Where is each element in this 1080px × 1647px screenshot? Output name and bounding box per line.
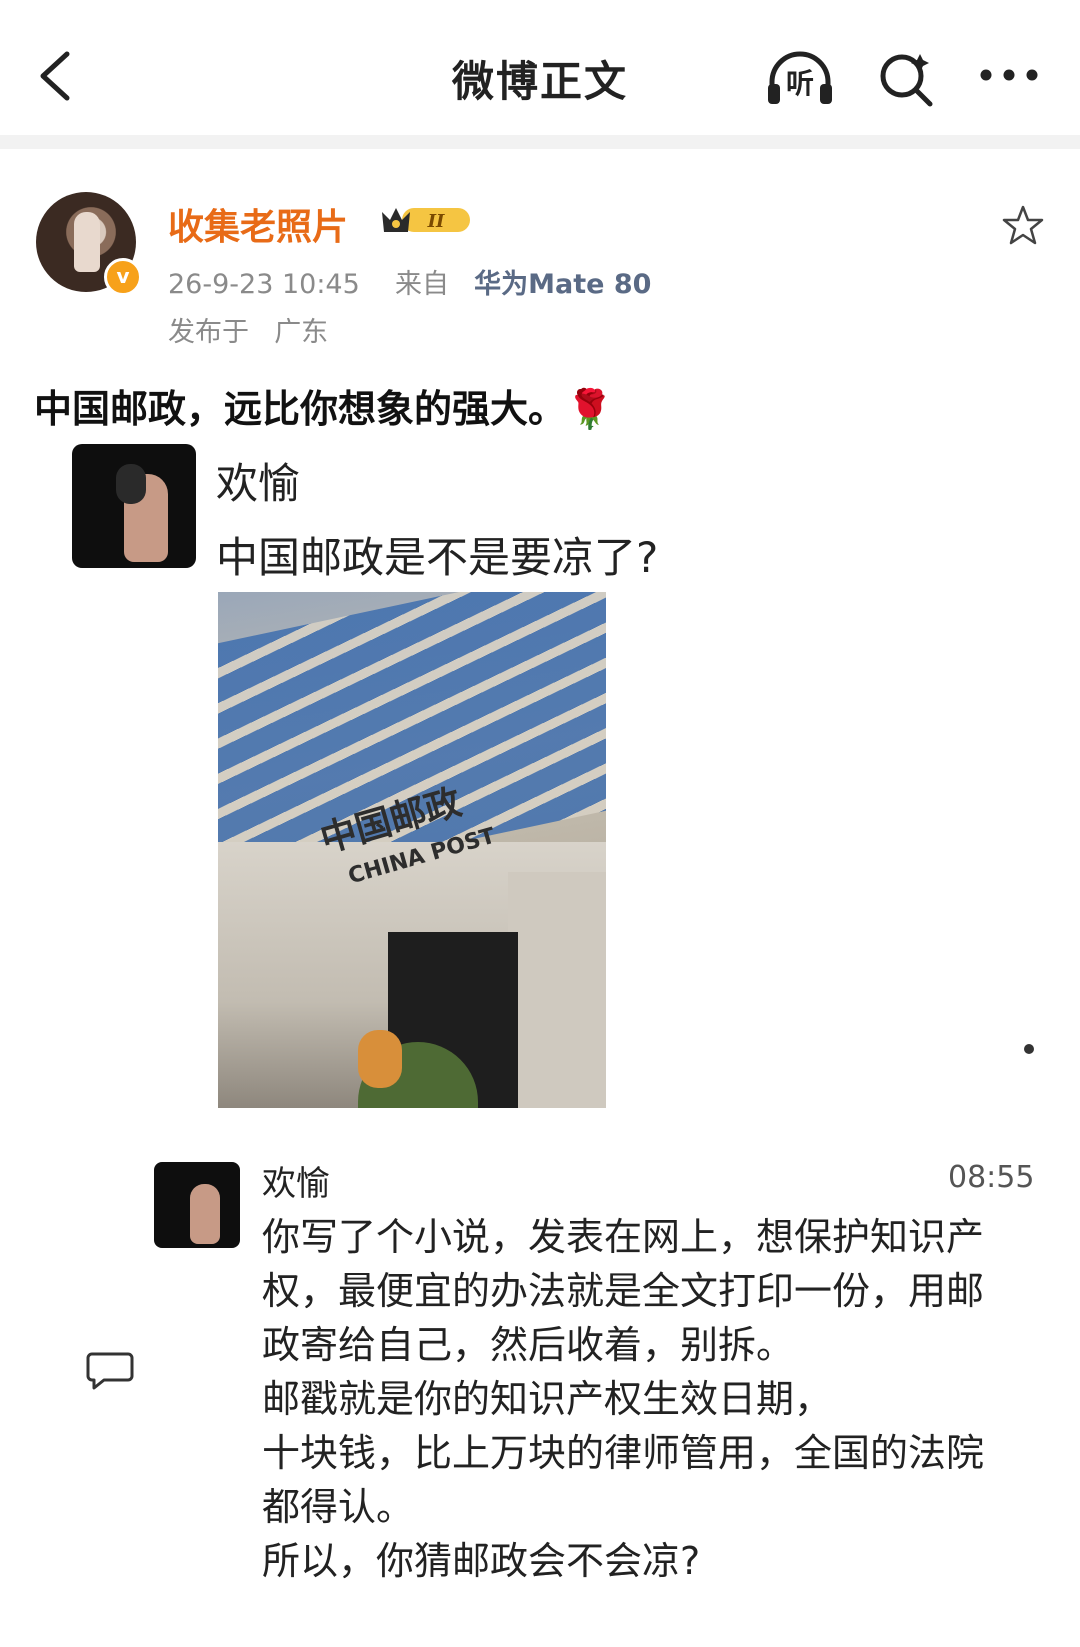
post-time: 26-9-23 10:45 [168, 269, 360, 300]
reply-line: 邮戳就是你的知识产权生效日期， [262, 1377, 833, 1421]
post-location: 发布于 广东 [168, 310, 328, 349]
chat-sender-name: 欢愉 [216, 459, 301, 508]
location-value: 广东 [274, 317, 329, 348]
search-icon [880, 54, 933, 107]
reply-line: 十块钱，比上万块的律师管用，全国的法院 [262, 1431, 985, 1475]
vip-level-text: II [427, 211, 445, 232]
post-text: 中国邮政，远比你想象的强大。🌹 [34, 387, 614, 431]
chat-avatar [72, 444, 196, 568]
reply-time: 08:55 [948, 1160, 1035, 1195]
more-icon [980, 69, 1038, 81]
post-device[interactable]: 华为Mate 80 [474, 269, 651, 300]
reply-line: 你写了个小说，发表在网上，想保护知识产 [262, 1215, 985, 1259]
comment-button[interactable] [86, 1350, 134, 1392]
post-meta: 26-9-23 10:45 来自 华为Mate 80 [168, 262, 651, 301]
author-name[interactable]: 收集老照片 [168, 198, 348, 250]
comment-icon [86, 1352, 134, 1390]
listen-label: 听 [786, 67, 815, 100]
reply-avatar [154, 1162, 240, 1248]
location-prefix: 发布于 [168, 317, 249, 348]
star-icon [1002, 205, 1044, 245]
reply-line: 权，最便宜的办法就是全文打印一份，用邮 [262, 1269, 985, 1313]
more-button[interactable] [978, 60, 1040, 90]
search-button[interactable] [876, 48, 936, 108]
vip-badge: II [382, 208, 470, 232]
reply-line: 政寄给自己，然后收着，别拆。 [262, 1323, 795, 1367]
chat-message: 中国邮政是不是要凉了? [216, 533, 659, 582]
header-divider [0, 135, 1080, 149]
source-prefix: 来自 [394, 269, 449, 300]
favorite-button[interactable] [1002, 204, 1044, 246]
reply-line: 都得认。 [262, 1485, 415, 1529]
reply-message: 你写了个小说，发表在网上，想保护知识产 权，最便宜的办法就是全文打印一份，用邮 … [262, 1210, 1052, 1588]
post-image[interactable]: 中国邮政 CHINA POST [218, 592, 606, 1108]
scroll-dot [1024, 1044, 1034, 1054]
listen-button[interactable]: 听 [764, 48, 836, 108]
reply-line: 所以，你猜邮政会不会凉? [262, 1539, 701, 1583]
reply-sender-name: 欢愉 [262, 1164, 330, 1204]
verified-badge: v [104, 258, 142, 296]
top-bar: 微博正文 听 [0, 0, 1080, 135]
